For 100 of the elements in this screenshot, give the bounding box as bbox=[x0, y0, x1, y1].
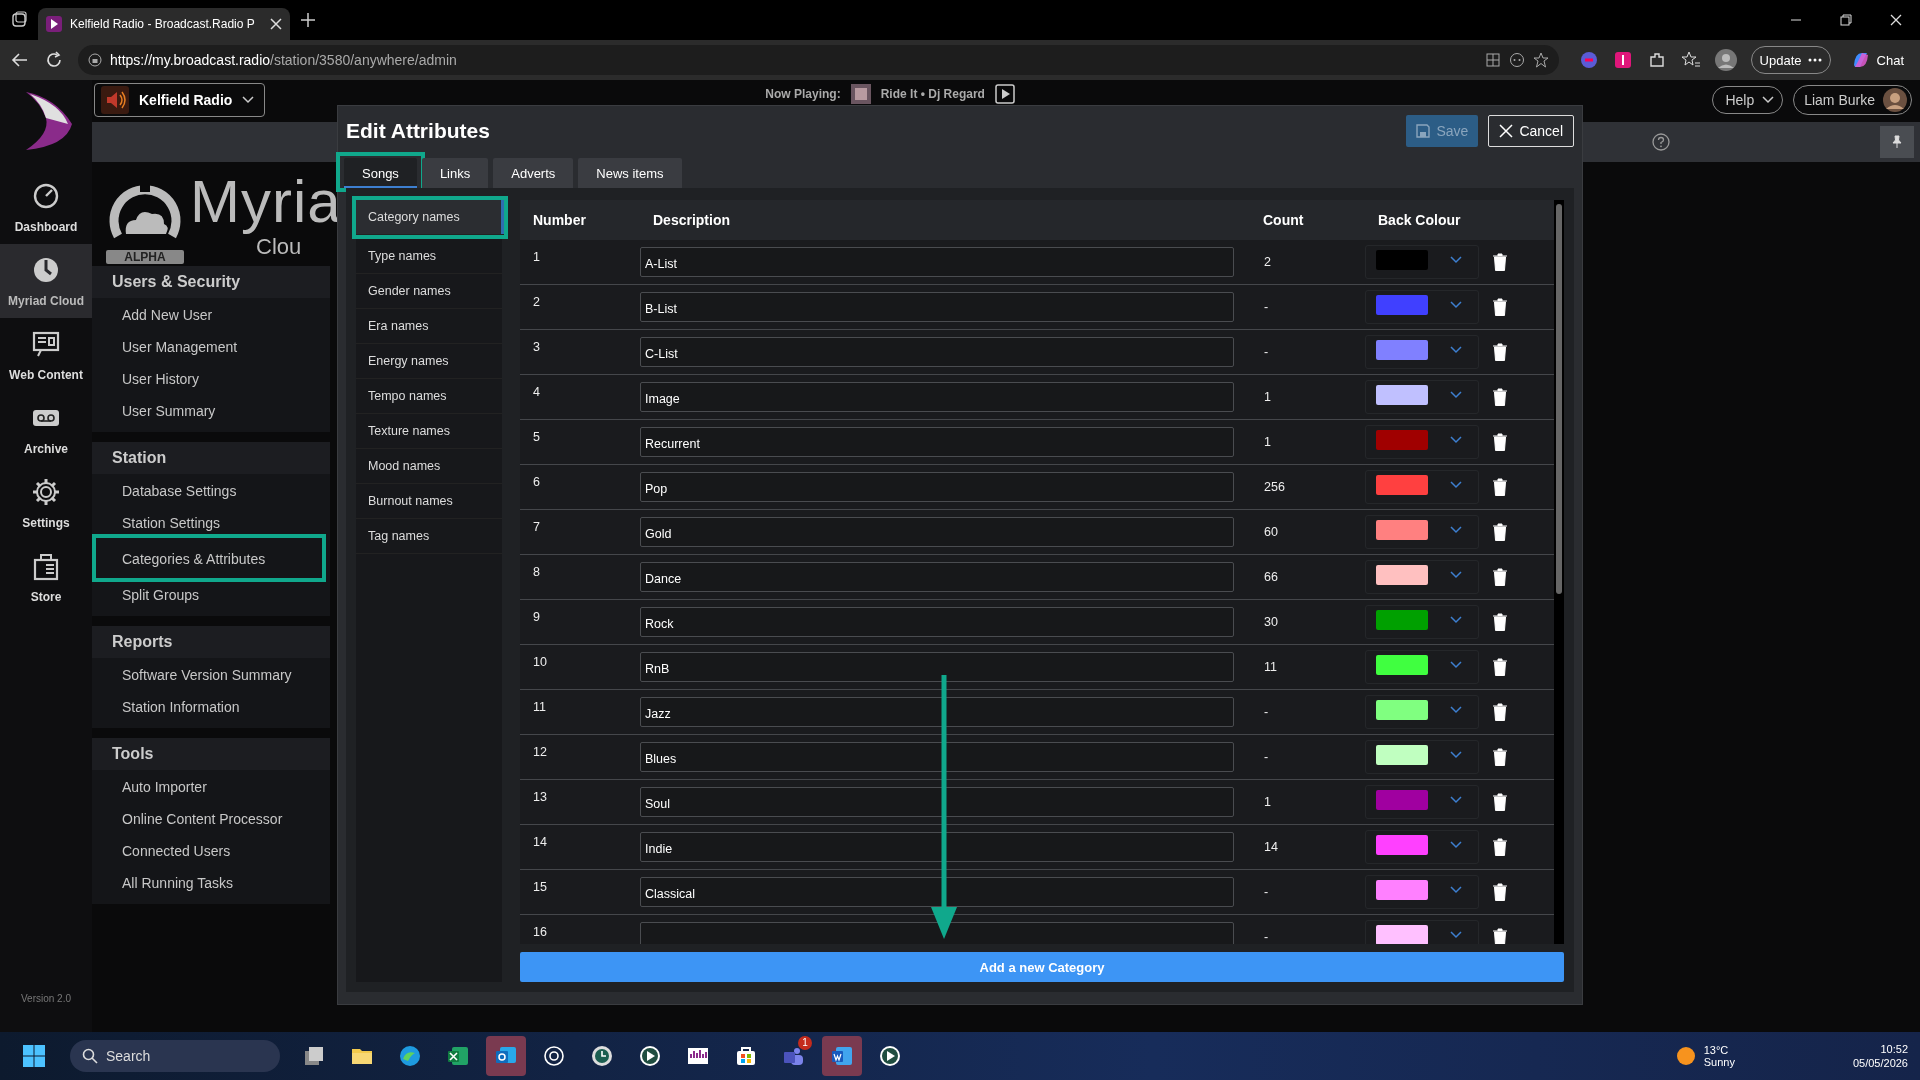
color-picker[interactable] bbox=[1365, 605, 1479, 639]
extension-icon[interactable] bbox=[1612, 50, 1633, 70]
nav-link[interactable]: Connected Users bbox=[92, 834, 237, 866]
nav-link[interactable]: Online Content Processor bbox=[92, 802, 289, 834]
color-picker[interactable] bbox=[1365, 875, 1479, 909]
list-item[interactable]: Mood names bbox=[356, 449, 502, 484]
color-picker[interactable] bbox=[1365, 245, 1479, 279]
color-picker[interactable] bbox=[1365, 830, 1479, 864]
list-item[interactable]: Burnout names bbox=[356, 484, 502, 519]
description-field[interactable] bbox=[640, 922, 1234, 944]
reload-icon[interactable] bbox=[44, 50, 64, 70]
close-icon[interactable] bbox=[270, 18, 282, 30]
tab[interactable]: Songs bbox=[344, 158, 417, 188]
list-item[interactable]: Gender names bbox=[356, 274, 502, 309]
nav-link[interactable]: Station Information bbox=[92, 690, 246, 722]
description-field[interactable]: Soul bbox=[640, 787, 1234, 817]
rail-item[interactable]: Archive bbox=[0, 392, 92, 466]
list-item[interactable]: Texture names bbox=[356, 414, 502, 449]
list-item[interactable]: Era names bbox=[356, 309, 502, 344]
list-item[interactable]: Tag names bbox=[356, 519, 502, 554]
color-picker[interactable] bbox=[1365, 380, 1479, 414]
description-field[interactable]: Gold bbox=[640, 517, 1234, 547]
delete-button[interactable] bbox=[1493, 388, 1507, 406]
chat-button[interactable]: Chat bbox=[1844, 49, 1910, 71]
color-picker[interactable] bbox=[1365, 650, 1479, 684]
description-field[interactable]: B-List bbox=[640, 292, 1234, 322]
color-picker[interactable] bbox=[1365, 335, 1479, 369]
color-picker[interactable] bbox=[1365, 740, 1479, 774]
restore-icon[interactable] bbox=[1840, 14, 1852, 26]
color-picker[interactable] bbox=[1365, 290, 1479, 324]
delete-button[interactable] bbox=[1493, 658, 1507, 676]
delete-button[interactable] bbox=[1493, 883, 1507, 901]
rail-item[interactable]: Settings bbox=[0, 466, 92, 540]
star-icon[interactable] bbox=[1532, 52, 1549, 68]
description-field[interactable]: C-List bbox=[640, 337, 1234, 367]
nav-link[interactable]: Database Settings bbox=[92, 474, 243, 506]
search-field[interactable]: Search bbox=[70, 1040, 280, 1072]
delete-button[interactable] bbox=[1493, 298, 1507, 316]
rail-item[interactable]: Store bbox=[0, 540, 92, 614]
color-picker[interactable] bbox=[1365, 425, 1479, 459]
close-icon[interactable] bbox=[1890, 14, 1902, 26]
color-picker[interactable] bbox=[1365, 695, 1479, 729]
list-item[interactable]: Category names bbox=[356, 200, 504, 235]
cancel-button[interactable]: Cancel bbox=[1488, 115, 1574, 147]
color-picker[interactable] bbox=[1365, 470, 1479, 504]
description-field[interactable]: Pop bbox=[640, 472, 1234, 502]
browser-tab[interactable]: Kelfield Radio - Broadcast.Radio P bbox=[38, 8, 290, 40]
tab[interactable]: Adverts bbox=[493, 158, 574, 188]
tab[interactable]: News items bbox=[578, 158, 682, 188]
taskbar-app[interactable]: 1 bbox=[774, 1036, 814, 1076]
list-item[interactable]: Energy names bbox=[356, 344, 502, 379]
description-field[interactable]: Recurrent bbox=[640, 427, 1234, 457]
description-field[interactable]: Rock bbox=[640, 607, 1234, 637]
address-bar[interactable]: https://my.broadcast.radio/station/3580/anywhere/admin bbox=[78, 45, 1559, 75]
color-picker[interactable] bbox=[1365, 785, 1479, 819]
nav-link[interactable]: User Management bbox=[92, 330, 244, 362]
description-field[interactable]: Dance bbox=[640, 562, 1234, 592]
windows-icon[interactable] bbox=[22, 1044, 46, 1068]
delete-button[interactable] bbox=[1493, 568, 1507, 586]
delete-button[interactable] bbox=[1493, 838, 1507, 856]
description-field[interactable]: Image bbox=[640, 382, 1234, 412]
tab-actions-icon[interactable] bbox=[10, 11, 28, 29]
profile-avatar[interactable] bbox=[1714, 49, 1737, 71]
description-field[interactable]: Indie bbox=[640, 832, 1234, 862]
nav-link[interactable]: Station Settings bbox=[92, 506, 227, 538]
list-item[interactable]: Tempo names bbox=[356, 379, 502, 414]
nav-link[interactable]: User Summary bbox=[92, 394, 222, 426]
color-picker[interactable] bbox=[1365, 515, 1479, 549]
color-picker[interactable] bbox=[1365, 560, 1479, 594]
rail-item[interactable]: Dashboard bbox=[0, 170, 92, 244]
color-picker[interactable] bbox=[1365, 920, 1479, 944]
delete-button[interactable] bbox=[1493, 343, 1507, 361]
station-dropdown[interactable]: Kelfield Radio bbox=[94, 83, 266, 117]
nav-link[interactable]: Auto Importer bbox=[92, 770, 213, 802]
description-field[interactable]: A-List bbox=[640, 247, 1234, 277]
description-field[interactable]: Blues bbox=[640, 742, 1234, 772]
delete-button[interactable] bbox=[1493, 613, 1507, 631]
new-tab-icon[interactable] bbox=[300, 12, 316, 28]
description-field[interactable]: Classical bbox=[640, 877, 1234, 907]
delete-button[interactable] bbox=[1493, 793, 1507, 811]
nav-link[interactable]: Add New User bbox=[92, 298, 219, 330]
pin-button[interactable] bbox=[1880, 126, 1914, 158]
list-item[interactable]: Type names bbox=[356, 239, 502, 274]
rail-item[interactable]: Web Content bbox=[0, 318, 92, 392]
nav-link[interactable]: Software Version Summary bbox=[92, 658, 298, 690]
favorites-icon[interactable] bbox=[1680, 50, 1701, 70]
nav-link[interactable]: Categories & Attributes bbox=[96, 538, 272, 578]
delete-button[interactable] bbox=[1493, 928, 1507, 944]
delete-button[interactable] bbox=[1493, 703, 1507, 721]
delete-button[interactable] bbox=[1493, 748, 1507, 766]
help-icon[interactable] bbox=[1652, 133, 1670, 151]
delete-button[interactable] bbox=[1493, 433, 1507, 451]
nav-link[interactable]: Split Groups bbox=[92, 578, 206, 610]
delete-button[interactable] bbox=[1493, 253, 1507, 271]
nav-link[interactable]: User History bbox=[92, 362, 205, 394]
description-field[interactable]: Jazz bbox=[640, 697, 1234, 727]
nav-link[interactable]: All Running Tasks bbox=[92, 866, 240, 898]
play-button[interactable] bbox=[994, 84, 1015, 104]
rail-item[interactable]: Myriad Cloud bbox=[0, 244, 92, 318]
delete-button[interactable] bbox=[1493, 478, 1507, 496]
